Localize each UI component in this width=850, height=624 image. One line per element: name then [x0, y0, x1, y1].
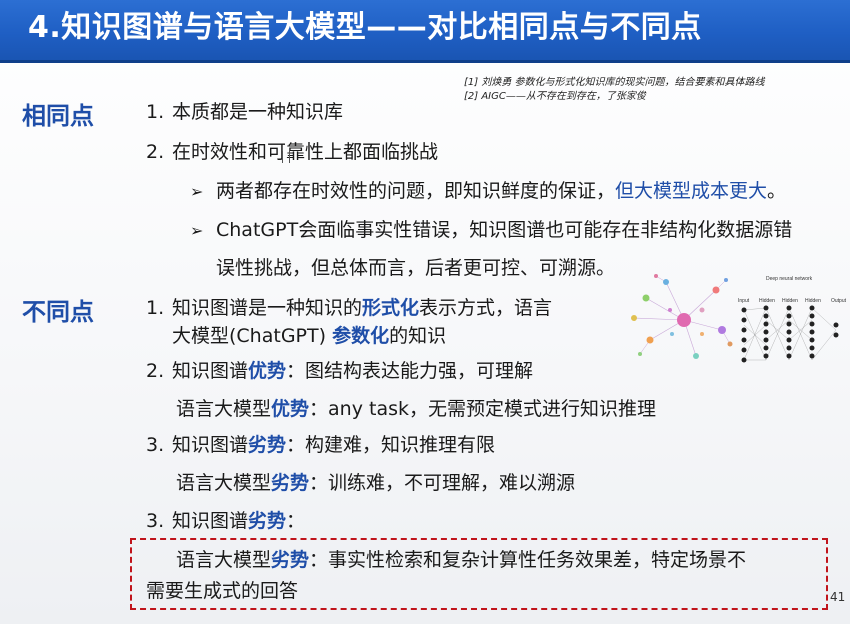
diff-item-4: 3. 知识图谱劣势：	[146, 509, 305, 533]
item-text: 表示方式，语言	[419, 297, 553, 319]
diff-item-1: 1. 知识图谱是一种知识的形式化表示方式，语言	[146, 296, 552, 320]
slide: 4.知识图谱与语言大模型——对比相同点与不同点 [1] 刘焕勇 参数化与形式化知…	[0, 0, 850, 624]
item-text: 语言大模型	[176, 472, 272, 494]
highlight-disadvantage: 劣势	[271, 472, 310, 494]
highlight-param: 参数化	[332, 325, 390, 347]
item-number: 1.	[146, 297, 165, 319]
title-bar: 4.知识图谱与语言大模型——对比相同点与不同点	[0, 0, 850, 63]
page-number: 41	[830, 590, 846, 604]
highlight-advantage: 优势	[271, 398, 310, 420]
highlight-box	[130, 538, 828, 610]
item-text: 知识图谱	[172, 510, 249, 532]
same-bullet-2: ➢ ChatGPT会面临事实性错误，知识图谱也可能存在非结构化数据源错	[190, 218, 792, 243]
text-cursor-icon	[282, 151, 290, 163]
item-text: 语言大模型	[176, 398, 272, 420]
item-number: 2.	[146, 360, 165, 382]
nn-label-input: Input	[738, 298, 750, 304]
item-text: 知识图谱	[172, 434, 249, 456]
item-number: 3.	[146, 510, 165, 532]
kg-nn-figure: Deep neural network Input Hidden Hidden …	[631, 274, 847, 363]
item-text: 本质都是一种知识库	[172, 101, 344, 123]
diff-item-3-llm: 语言大模型劣势：训练难，不可理解，难以溯源	[176, 471, 575, 495]
highlight-disadvantage: 劣势	[248, 434, 287, 456]
item-text: ：	[286, 510, 306, 532]
item-text: 在时效性和可靠性上都面临挑战	[172, 141, 439, 163]
nn-title: Deep neural network	[766, 276, 813, 282]
nn-label-hidden-1: Hidden	[759, 298, 775, 304]
nn-label-output: Output	[831, 298, 847, 304]
diff-item-2: 2. 知识图谱优势：图结构表达能力强，可理解	[146, 359, 533, 383]
bullet-text: ChatGPT会面临事实性错误，知识图谱也可能存在非结构化数据源错	[216, 219, 793, 241]
knowledge-graph-icon	[631, 274, 733, 359]
reference-1: [1] 刘焕勇 参数化与形式化知识库的现实问题，结合要素和具体路线	[464, 77, 765, 88]
item-text: ：构建难，知识推理有限	[286, 434, 496, 456]
slide-title: 4.知识图谱与语言大模型——对比相同点与不同点	[28, 10, 702, 45]
arrow-bullet-icon: ➢	[190, 182, 204, 201]
item-text: ：any task，无需预定模式进行知识推理	[309, 398, 656, 420]
bullet-highlight: 但大模型成本更大	[615, 180, 768, 202]
references: [1] 刘焕勇 参数化与形式化知识库的现实问题，结合要素和具体路线 [2] AI…	[464, 76, 765, 104]
highlight-disadvantage: 劣势	[248, 510, 287, 532]
same-item-1: 1. 本质都是一种知识库	[146, 100, 343, 124]
item-text: ：训练难，不可理解，难以溯源	[309, 472, 576, 494]
bullet-end: 。	[767, 180, 787, 202]
reference-2: [2] AIGC——从不存在到存在，了张家俊	[464, 91, 646, 102]
nn-label-hidden-2: Hidden	[782, 298, 798, 304]
item-text: 大模型(ChatGPT)	[172, 325, 333, 347]
bullet-text: 两者都存在时效性的问题，即知识鲜度的保证，	[216, 180, 616, 202]
item-number: 2.	[146, 141, 165, 163]
arrow-bullet-icon: ➢	[190, 221, 204, 240]
item-text: 知识图谱是一种知识的	[172, 297, 363, 319]
nn-label-hidden-3: Hidden	[805, 298, 821, 304]
item-text: 知识图谱	[172, 360, 249, 382]
highlight-formal: 形式化	[362, 297, 420, 319]
section-label-same: 相同点	[22, 102, 94, 130]
diff-item-3: 3. 知识图谱劣势：构建难，知识推理有限	[146, 433, 495, 457]
item-text: ：图结构表达能力强，可理解	[286, 360, 534, 382]
item-number: 1.	[146, 101, 165, 123]
diff-item-2-llm: 语言大模型优势：any task，无需预定模式进行知识推理	[176, 397, 656, 421]
same-item-2: 2. 在时效性和可靠性上都面临挑战	[146, 140, 438, 164]
same-bullet-2-cont: 误性挑战，但总体而言，后者更可控、可溯源。	[216, 257, 616, 279]
section-label-diff: 不同点	[22, 298, 94, 326]
item-text: 的知识	[389, 325, 447, 347]
item-number: 3.	[146, 434, 165, 456]
diff-item-1-cont: 大模型(ChatGPT) 参数化的知识	[172, 324, 446, 348]
same-bullet-1: ➢ 两者都存在时效性的问题，即知识鲜度的保证，但大模型成本更大。	[190, 179, 786, 204]
highlight-advantage: 优势	[248, 360, 287, 382]
neural-network-icon: Deep neural network Input Hidden Hidden …	[738, 276, 847, 363]
